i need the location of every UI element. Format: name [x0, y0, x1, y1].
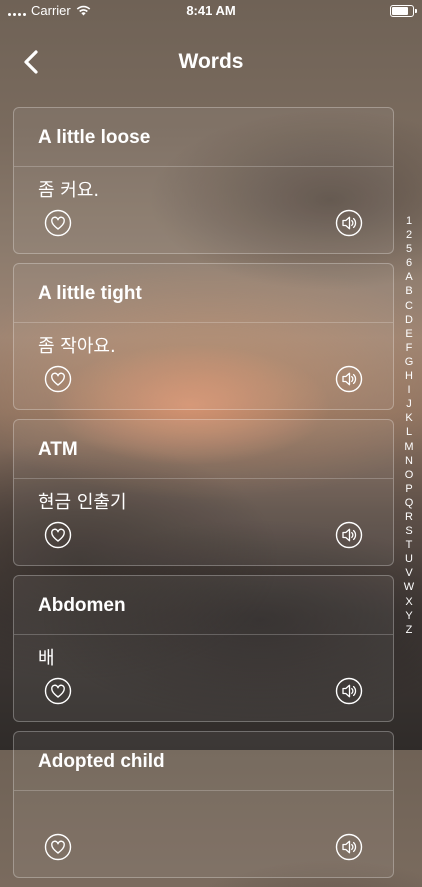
index-letter[interactable]: L: [398, 425, 420, 439]
heart-icon: [44, 209, 72, 237]
speaker-icon: [335, 521, 363, 549]
section-index[interactable]: 1256ABCDEFGHIJKLMNOPQRSTUVWXYZ: [398, 214, 420, 637]
divider: [14, 790, 393, 791]
status-time: 8:41 AM: [186, 3, 236, 18]
status-bar: Carrier 8:41 AM: [0, 0, 422, 22]
divider: [14, 322, 393, 323]
page-title: Words: [178, 50, 244, 73]
index-letter[interactable]: 5: [398, 242, 420, 256]
speaker-icon: [335, 365, 363, 393]
word-card[interactable]: A little loose 좀 커요.: [13, 107, 394, 254]
index-letter[interactable]: N: [398, 454, 420, 468]
index-letter[interactable]: V: [398, 566, 420, 580]
index-letter[interactable]: 2: [398, 228, 420, 242]
heart-icon: [44, 365, 72, 393]
index-letter[interactable]: Y: [398, 609, 420, 623]
index-letter[interactable]: R: [398, 510, 420, 524]
word-card[interactable]: A little tight 좀 작아요.: [13, 263, 394, 410]
index-letter[interactable]: C: [398, 299, 420, 313]
index-letter[interactable]: E: [398, 327, 420, 341]
index-letter[interactable]: D: [398, 313, 420, 327]
index-letter[interactable]: H: [398, 369, 420, 383]
index-letter[interactable]: A: [398, 270, 420, 284]
index-letter[interactable]: W: [398, 580, 420, 594]
word-card[interactable]: ATM 현금 인출기: [13, 419, 394, 566]
index-letter[interactable]: 1: [398, 214, 420, 228]
index-letter[interactable]: J: [398, 397, 420, 411]
favorite-button[interactable]: [44, 521, 72, 549]
index-letter[interactable]: B: [398, 284, 420, 298]
play-audio-button[interactable]: [335, 365, 363, 393]
translation-text: 좀 커요.: [38, 180, 100, 201]
favorite-button[interactable]: [44, 365, 72, 393]
speaker-icon: [335, 677, 363, 705]
word-card[interactable]: Abdomen 배: [13, 575, 394, 722]
index-letter[interactable]: S: [398, 524, 420, 538]
index-letter[interactable]: T: [398, 538, 420, 552]
index-letter[interactable]: Z: [398, 623, 420, 637]
speaker-icon: [335, 833, 363, 861]
index-letter[interactable]: U: [398, 552, 420, 566]
word-text: Abdomen: [38, 595, 126, 616]
translation-text: 현금 인출기: [38, 492, 127, 513]
word-text: Adopted child: [38, 751, 165, 772]
play-audio-button[interactable]: [335, 833, 363, 861]
word-text: ATM: [38, 439, 78, 460]
favorite-button[interactable]: [44, 677, 72, 705]
word-card[interactable]: Adopted child: [13, 731, 394, 878]
index-letter[interactable]: O: [398, 468, 420, 482]
battery-level: [392, 7, 409, 15]
index-letter[interactable]: G: [398, 355, 420, 369]
index-letter[interactable]: K: [398, 411, 420, 425]
heart-icon: [44, 833, 72, 861]
divider: [14, 634, 393, 635]
word-text: A little tight: [38, 283, 142, 304]
index-letter[interactable]: P: [398, 482, 420, 496]
heart-icon: [44, 677, 72, 705]
battery-icon: [390, 5, 417, 17]
play-audio-button[interactable]: [335, 521, 363, 549]
play-audio-button[interactable]: [335, 209, 363, 237]
nav-bar: Words: [0, 40, 422, 84]
divider: [14, 478, 393, 479]
translation-text: 배: [38, 648, 55, 669]
heart-icon: [44, 521, 72, 549]
word-text: A little loose: [38, 127, 151, 148]
index-letter[interactable]: 6: [398, 256, 420, 270]
play-audio-button[interactable]: [335, 677, 363, 705]
favorite-button[interactable]: [44, 209, 72, 237]
divider: [14, 166, 393, 167]
word-list: A little loose 좀 커요. A little tight 좀 작아요. A…: [13, 107, 394, 887]
favorite-button[interactable]: [44, 833, 72, 861]
index-letter[interactable]: X: [398, 595, 420, 609]
index-letter[interactable]: Q: [398, 496, 420, 510]
translation-text: 좀 작아요.: [38, 336, 116, 357]
index-letter[interactable]: I: [398, 383, 420, 397]
speaker-icon: [335, 209, 363, 237]
index-letter[interactable]: M: [398, 440, 420, 454]
index-letter[interactable]: F: [398, 341, 420, 355]
